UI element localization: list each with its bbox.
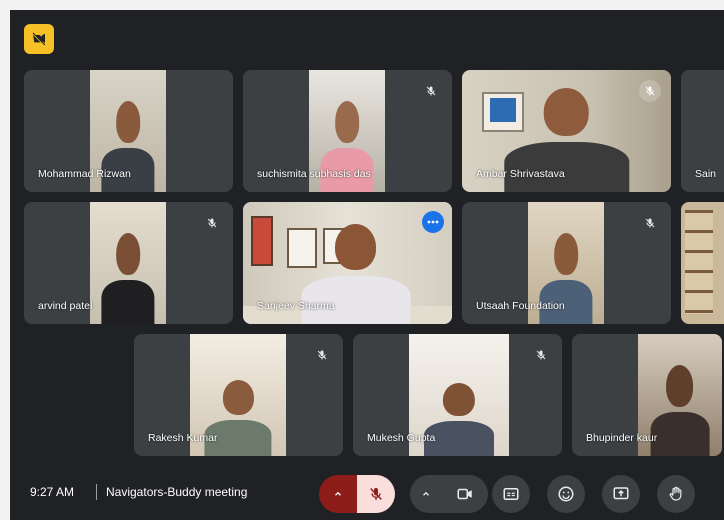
raise-hand-button[interactable] (657, 475, 695, 513)
participant-name: Utsaah Foundation (476, 300, 565, 312)
mic-off-icon (639, 80, 661, 102)
chevron-up-icon (423, 491, 429, 496)
participant-tile[interactable]: Utsaah Foundation (462, 202, 671, 324)
mic-off-icon (639, 212, 661, 234)
mic-off-icon (201, 212, 223, 234)
videocam-icon (457, 488, 472, 500)
emoji-icon (558, 486, 574, 502)
mic-off-icon (370, 488, 382, 500)
participant-tile[interactable]: arvind patel (24, 202, 233, 324)
camera-control-group (410, 475, 488, 513)
participant-name: suchismita subhasis das (257, 168, 371, 180)
closed-captions-icon (503, 488, 519, 500)
camera-options-button[interactable] (410, 475, 442, 513)
participant-tile[interactable]: Mohammad Rizwan (24, 70, 233, 192)
participant-tile[interactable]: Bhupinder kaur (572, 334, 722, 456)
participant-name: Sain (695, 168, 717, 180)
mic-options-button[interactable] (319, 475, 357, 513)
participant-tile[interactable]: suchismita subhasis das (243, 70, 452, 192)
participant-name: Mohammad Rizwan (38, 168, 131, 180)
divider (96, 484, 97, 500)
raise-hand-icon (669, 486, 682, 501)
mic-off-icon (311, 344, 333, 366)
meeting-window: Mohammad Rizwan suchismita subhasis das … (10, 10, 724, 520)
videocam-off-icon[interactable] (24, 24, 54, 54)
captions-button[interactable] (492, 475, 530, 513)
participant-tile[interactable]: Sain (681, 70, 724, 192)
reactions-button[interactable] (547, 475, 585, 513)
meeting-title: Navigators-Buddy meeting (106, 485, 248, 499)
present-button[interactable] (602, 475, 640, 513)
participant-video (681, 202, 724, 324)
present-screen-icon (613, 487, 629, 500)
participant-name: Ambar Shrivastava (476, 168, 565, 180)
participant-video (90, 202, 166, 324)
mic-toggle-button[interactable] (357, 475, 395, 513)
more-options-button[interactable] (422, 211, 444, 233)
participant-name: Bhupinder kaur (586, 432, 658, 444)
meeting-control-bar: 9:27 AM Navigators-Buddy meeting (10, 468, 724, 520)
participant-tile[interactable]: Mukesh Gupta (353, 334, 562, 456)
mic-control-group (319, 475, 395, 513)
participant-name: arvind patel (38, 300, 93, 312)
camera-toggle-button[interactable] (442, 475, 488, 513)
participant-name: Sanjeev Sharma (257, 300, 335, 312)
chevron-up-icon (335, 491, 341, 496)
participant-name: Mukesh Gupta (367, 432, 436, 444)
participant-tile[interactable] (681, 202, 724, 324)
meeting-time: 9:27 AM (30, 485, 75, 499)
mic-off-icon (530, 344, 552, 366)
participant-tile-active[interactable]: Sanjeev Sharma (243, 202, 452, 324)
participant-tile[interactable]: Rakesh Kumar (134, 334, 343, 456)
mic-off-icon (420, 80, 442, 102)
participant-tile[interactable]: Ambar Shrivastava (462, 70, 671, 192)
participant-name: Rakesh Kumar (148, 432, 218, 444)
